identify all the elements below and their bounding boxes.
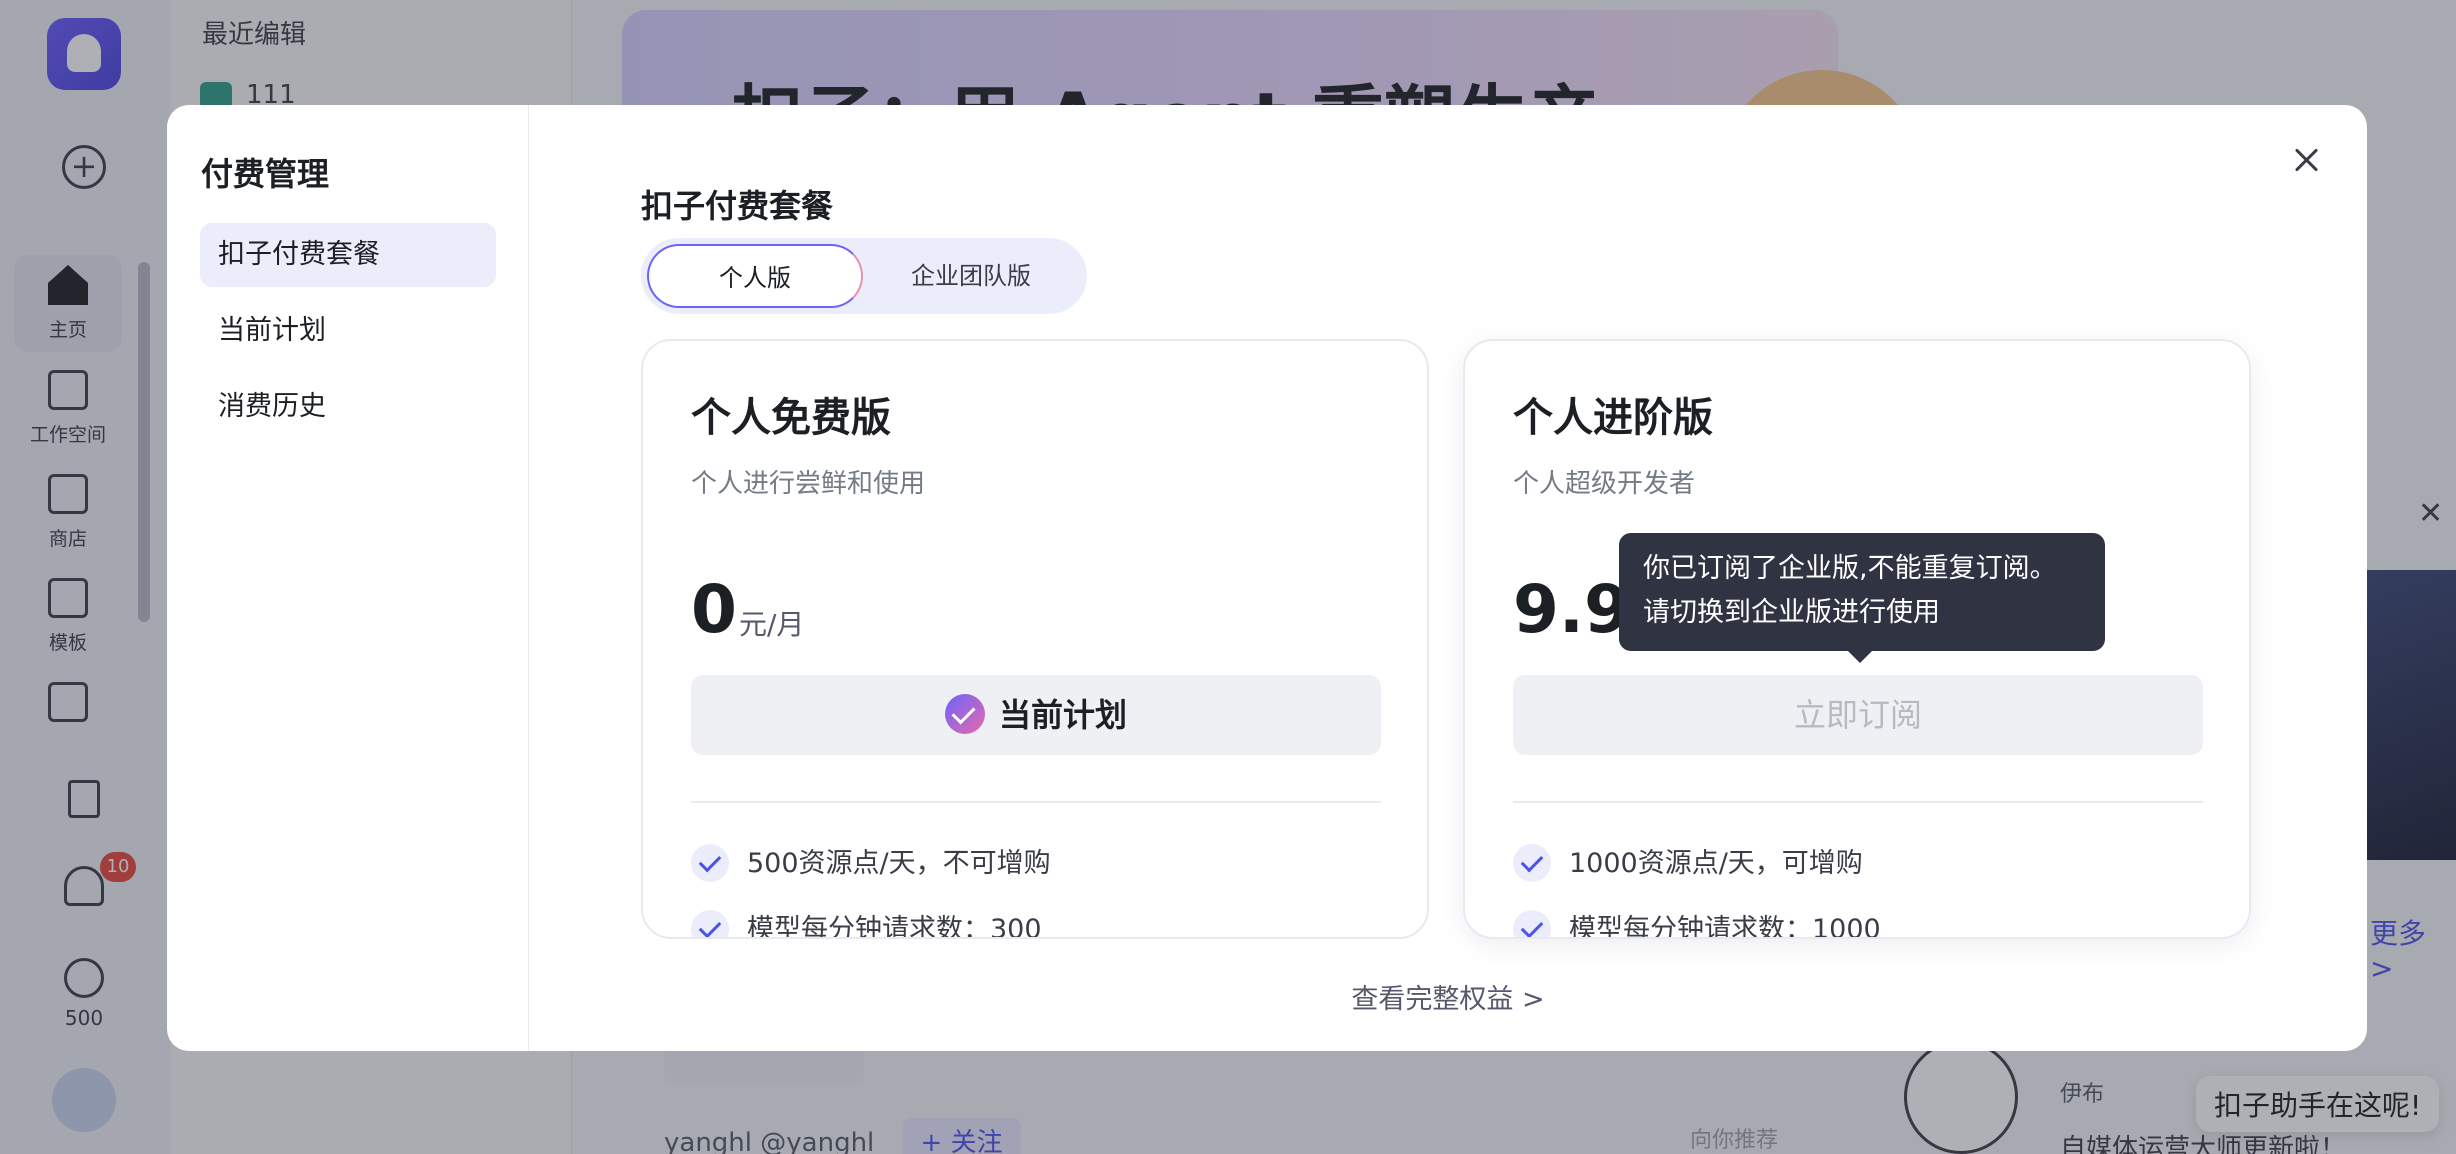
plan-price: 9.9: [1513, 571, 1630, 648]
plan-divider: [691, 801, 1381, 803]
plan-card-free: 个人免费版 个人进行尝鲜和使用 0 元/月 当前计划 500资源点/天，不可增购…: [641, 339, 1429, 939]
check-circle-icon: [944, 694, 985, 734]
plan-price-unit: 元/月: [739, 608, 805, 641]
close-icon[interactable]: [2289, 143, 2325, 179]
check-icon: [1513, 843, 1551, 882]
plan-feature: 1000资源点/天，可增购: [1513, 841, 1863, 884]
tooltip-line-1: 你已订阅了企业版,不能重复订阅。: [1643, 553, 2057, 584]
modal-sidebar: 付费管理 扣子付费套餐 当前计划 消费历史: [167, 105, 529, 1051]
tooltip-line-2: 请切换到企业版进行使用: [1643, 597, 1940, 628]
subscribe-button[interactable]: 立即订阅: [1513, 675, 2203, 755]
plan-feature: 模型每分钟请求数：1000: [1513, 907, 1881, 939]
plan-type-tabs: 个人版 企业团队版: [641, 238, 1087, 314]
sidebar-item-plans[interactable]: 扣子付费套餐: [200, 223, 496, 287]
feature-text: 1000资源点/天，可增购: [1569, 848, 1863, 879]
plan-description: 个人超级开发者: [1513, 469, 1696, 499]
plan-divider: [1513, 801, 2203, 803]
feature-text: 500资源点/天，不可增购: [747, 848, 1051, 879]
tab-personal[interactable]: 个人版: [647, 244, 863, 308]
plan-feature: 500资源点/天，不可增购: [691, 841, 1051, 884]
subscribe-disabled-tooltip: 你已订阅了企业版,不能重复订阅。 请切换到企业版进行使用: [1619, 533, 2105, 663]
plan-name: 个人免费版: [691, 395, 891, 441]
sidebar-item-current-plan[interactable]: 当前计划: [200, 299, 496, 363]
current-plan-button[interactable]: 当前计划: [691, 675, 1381, 755]
current-plan-label: 当前计划: [998, 696, 1127, 734]
feature-text: 模型每分钟请求数：300: [747, 914, 1042, 939]
plan-feature: 模型每分钟请求数：300: [691, 907, 1042, 939]
feature-text: 模型每分钟请求数：1000: [1569, 914, 1881, 939]
full-benefits-link[interactable]: 查看完整权益 >: [167, 977, 2367, 1016]
tab-enterprise[interactable]: 企业团队版: [865, 244, 1077, 308]
payment-modal: 付费管理 扣子付费套餐 当前计划 消费历史 扣子付费套餐 个人版 企业团队版 个…: [167, 105, 2367, 1051]
section-title: 扣子付费套餐: [641, 187, 834, 225]
plan-name: 个人进阶版: [1513, 395, 1713, 441]
modal-sidebar-title: 付费管理: [201, 155, 330, 193]
plan-price: 0: [691, 571, 737, 648]
check-icon: [691, 909, 729, 937]
plan-description: 个人进行尝鲜和使用: [691, 469, 926, 499]
sidebar-item-history[interactable]: 消费历史: [200, 375, 496, 439]
check-icon: [691, 843, 729, 882]
check-icon: [1513, 909, 1551, 937]
